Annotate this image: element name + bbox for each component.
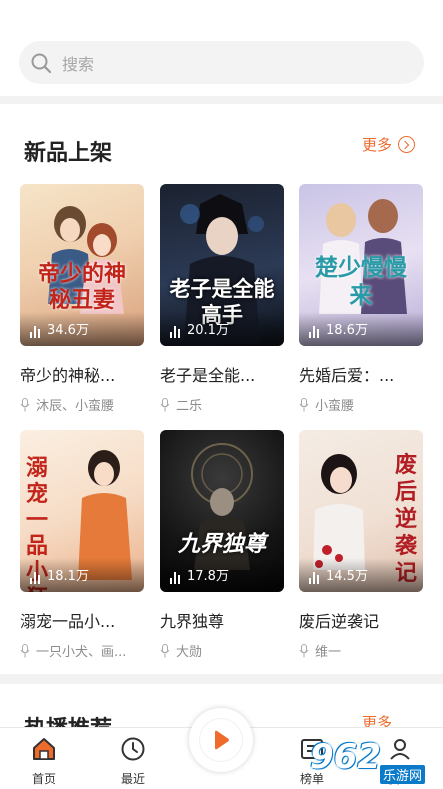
author-name: 二乐 [176, 399, 203, 414]
play-count: 34.6万 [30, 319, 89, 338]
play-count-icon [170, 326, 182, 338]
play-count-value: 17.8万 [187, 569, 229, 584]
author-name: 沐辰、小蛮腰 [36, 399, 115, 414]
book-cover: 楚少慢慢来 18.6万 [299, 184, 423, 346]
book-card[interactable]: 溺宠一品小狂妻 18.1万 溺宠一品小... 一只小犬、画... [20, 430, 144, 660]
microphone-icon [160, 397, 170, 411]
play-count-value: 34.6万 [47, 323, 89, 338]
cover-title: 九界独尊 [177, 532, 266, 557]
microphone-icon [20, 397, 30, 411]
author-name: 大勋 [176, 645, 203, 660]
play-count-icon [170, 572, 182, 584]
more-label: 更多 [362, 136, 393, 154]
play-count-icon [309, 326, 321, 338]
microphone-icon [299, 643, 309, 657]
search-placeholder: 搜索 [62, 54, 95, 74]
play-count-icon [30, 572, 42, 584]
cover-title: 楚少慢慢来 [315, 255, 407, 309]
book-title: 帝少的神秘... [20, 366, 116, 385]
watermark-logo: 962 [310, 737, 381, 777]
book-card[interactable]: 帝少的神秘丑妻 34.6万 帝少的神秘... 沐辰、小蛮腰 [20, 184, 144, 414]
search-icon [31, 53, 52, 73]
tab-recent[interactable]: 最近 [103, 736, 163, 787]
microphone-icon [299, 397, 309, 411]
book-author: 沐辰、小蛮腰 [20, 395, 144, 414]
book-cover: 帝少的神秘丑妻 34.6万 [20, 184, 144, 346]
play-count-value: 14.5万 [326, 569, 368, 584]
play-count: 18.6万 [309, 319, 368, 338]
more-link[interactable]: 更多 [362, 134, 416, 155]
author-name: 维一 [315, 645, 342, 660]
new-arrivals-section: 新品上架 更多 帝少的神秘丑妻 34.6万 帝少的神秘... 沐辰、小蛮腰 老子… [0, 104, 443, 674]
book-card[interactable]: 楚少慢慢来 18.6万 先婚后爱：... 小蛮腰 [299, 184, 423, 414]
player-button[interactable] [189, 708, 253, 772]
watermark: 962 乐游网 [296, 735, 441, 785]
play-count-value: 18.6万 [326, 323, 368, 338]
book-author: 维一 [299, 641, 423, 660]
microphone-icon [160, 643, 170, 657]
book-author: 一只小犬、画... [20, 641, 144, 660]
book-title: 废后逆袭记 [299, 612, 380, 631]
play-count-icon [30, 326, 42, 338]
book-title: 九界独尊 [160, 612, 225, 631]
tab-home[interactable]: 首页 [14, 736, 74, 787]
play-count: 14.5万 [309, 565, 368, 584]
book-author: 二乐 [160, 395, 284, 414]
book-cover: 废后逆袭记 14.5万 [299, 430, 423, 592]
author-name: 小蛮腰 [315, 399, 355, 414]
book-title: 老子是全能... [160, 366, 256, 385]
clock-icon [121, 737, 145, 761]
chevron-right-icon [398, 136, 416, 153]
cover-title: 帝少的神秘丑妻 [37, 262, 126, 313]
microphone-icon [20, 643, 30, 657]
play-count: 20.1万 [170, 319, 229, 338]
play-icon [215, 730, 229, 750]
book-author: 大勋 [160, 641, 284, 660]
book-card[interactable]: 老子是全能高手 20.1万 老子是全能... 二乐 [160, 184, 284, 414]
play-count-value: 20.1万 [187, 323, 229, 338]
book-card[interactable]: 九界独尊 17.8万 九界独尊 大勋 [160, 430, 284, 660]
play-count: 17.8万 [170, 565, 229, 584]
top-bar: 搜索 [0, 0, 443, 96]
book-cover: 老子是全能高手 20.1万 [160, 184, 284, 346]
home-icon [33, 738, 55, 760]
book-title: 先婚后爱：... [299, 366, 395, 385]
watermark-domain: 乐游网 [380, 765, 426, 784]
book-cover: 九界独尊 17.8万 [160, 430, 284, 592]
author-name: 一只小犬、画... [36, 645, 127, 660]
play-count: 18.1万 [30, 565, 89, 584]
tab-home-label: 首页 [31, 772, 56, 786]
section-title: 新品上架 [24, 141, 113, 166]
play-count-value: 18.1万 [47, 569, 89, 584]
tab-recent-label: 最近 [120, 772, 145, 786]
book-cover: 溺宠一品小狂妻 18.1万 [20, 430, 144, 592]
search-box[interactable]: 搜索 [19, 41, 424, 84]
book-author: 小蛮腰 [299, 395, 423, 414]
book-card[interactable]: 废后逆袭记 14.5万 废后逆袭记 维一 [299, 430, 423, 660]
play-count-icon [309, 572, 321, 584]
book-title: 溺宠一品小... [20, 612, 116, 631]
